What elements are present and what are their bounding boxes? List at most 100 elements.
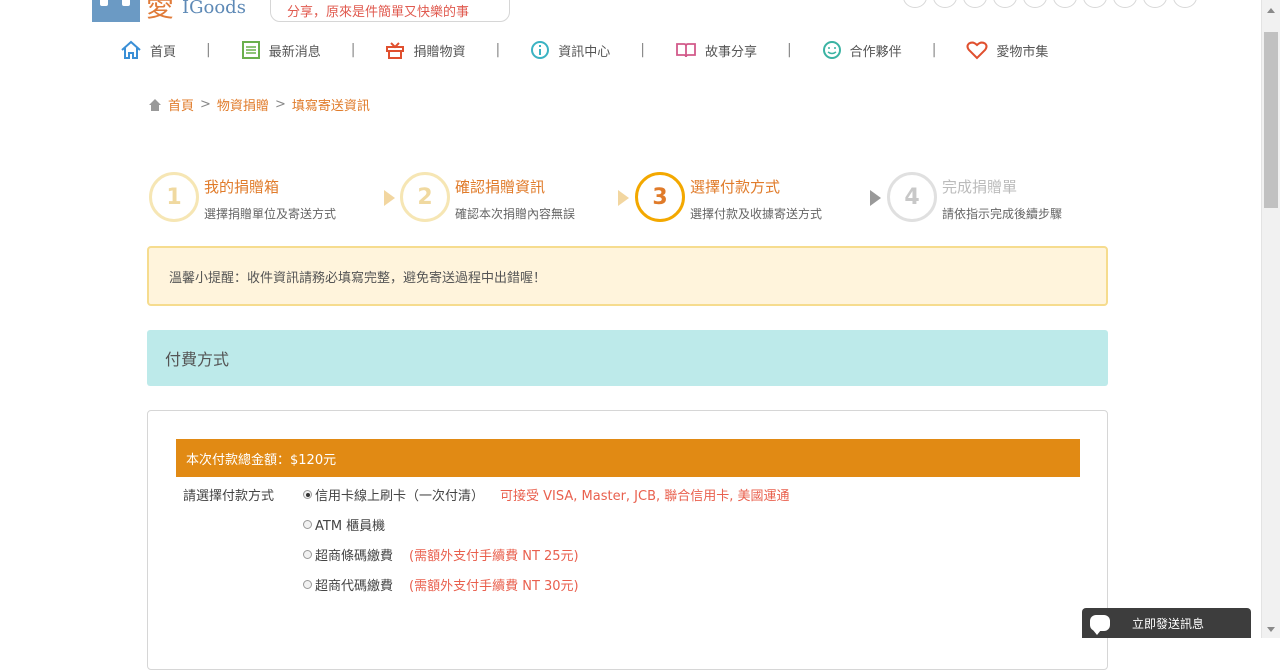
social-icon[interactable] — [1053, 0, 1077, 8]
step-number: 1 — [149, 172, 199, 222]
scrollbar-thumb[interactable] — [1264, 32, 1278, 208]
social-icon[interactable] — [1113, 0, 1137, 8]
home-icon — [121, 40, 141, 59]
breadcrumb-current: 填寫寄送資訊 — [291, 99, 370, 114]
nav-item-info[interactable]: 資訊中心 — [530, 40, 610, 60]
nav-item-label: 捐贈物資 — [413, 44, 466, 60]
step-1: 1 我的捐贈箱 選擇捐贈單位及寄送方式 — [149, 172, 336, 222]
payment-section-header: 付費方式 — [147, 330, 1108, 386]
home-icon — [149, 98, 161, 111]
radio-button[interactable] — [303, 490, 312, 499]
scroll-up-icon[interactable] — [1267, 8, 1275, 13]
nav-item-label: 最新消息 — [268, 44, 321, 60]
option-note: (需額外支付手續費 NT 30元) — [409, 579, 579, 594]
radio-button[interactable] — [303, 520, 312, 529]
breadcrumb-separator: > — [274, 97, 286, 112]
option-note: (需額外支付手續費 NT 25元) — [409, 549, 579, 564]
nav-item-home[interactable]: 首頁 — [120, 40, 176, 60]
nav-item-label: 故事分享 — [704, 44, 757, 60]
main-nav: 首頁 | 最新消息 | 捐贈物資 | 資訊中心 | 故事分享 | 合作夥伴 | … — [120, 36, 1160, 64]
social-icon[interactable] — [1023, 0, 1047, 8]
nav-separator: | — [931, 42, 937, 58]
breadcrumb-separator: > — [200, 97, 211, 112]
social-icon[interactable] — [1173, 0, 1197, 8]
option-label: ATM 櫃員機 — [315, 519, 386, 534]
chat-label: 立即發送訊息 — [1132, 616, 1205, 631]
social-icon[interactable] — [963, 0, 987, 8]
step-4: 4 完成捐贈單 請依指示完成後續步驟 — [887, 172, 1062, 222]
step-desc: 選擇付款及收據寄送方式 — [690, 207, 823, 221]
slogan-text: 分享，原來是件簡單又快樂的事 — [287, 5, 470, 20]
nav-item-donate[interactable]: 捐贈物資 — [385, 40, 465, 60]
step-desc: 請依指示完成後續步驟 — [942, 207, 1063, 221]
chat-bubble-icon — [1090, 615, 1110, 635]
reminder-text: 溫馨小提醒：收件資訊請務必填寫完整，避免寄送過程中出錯喔！ — [169, 270, 547, 286]
radio-button[interactable] — [303, 580, 312, 589]
step-desc: 確認本次捐贈內容無誤 — [455, 207, 576, 221]
step-arrow-icon — [870, 190, 881, 206]
reminder-notice: 溫馨小提醒：收件資訊請務必填寫完整，避免寄送過程中出錯喔！ — [147, 246, 1108, 306]
scroll-down-icon[interactable] — [1267, 627, 1275, 632]
nav-item-label: 愛物市集 — [996, 44, 1049, 60]
chat-button[interactable]: 立即發送訊息 — [1082, 608, 1251, 638]
option-note: 可接受 VISA, Master, JCB, 聯合信用卡, 美國運通 — [500, 489, 790, 504]
total-amount-bar: 本次付款總金額：$120元 — [176, 439, 1080, 477]
step-2: 2 確認捐贈資訊 確認本次捐贈內容無誤 — [400, 172, 575, 222]
heart-icon — [966, 41, 988, 60]
logo-sub-text: IGoods — [182, 0, 246, 18]
nav-item-stories[interactable]: 故事分享 — [675, 40, 757, 60]
radio-button[interactable] — [303, 550, 312, 559]
payment-option-barcode[interactable]: 超商條碼繳費 (需額外支付手續費 NT 25元) — [303, 545, 579, 564]
option-label: 超商代碼繳費 — [315, 579, 394, 594]
social-icon[interactable] — [933, 0, 957, 8]
nav-item-market[interactable]: 愛物市集 — [966, 40, 1048, 60]
breadcrumb: 首頁 > 物資捐贈 > 填寫寄送資訊 — [148, 95, 370, 114]
social-icon[interactable] — [903, 0, 927, 8]
logo-main-text: 愛 — [146, 0, 175, 23]
page-scrollbar[interactable] — [1261, 0, 1280, 638]
nav-item-news[interactable]: 最新消息 — [241, 40, 321, 60]
payment-option-atm[interactable]: ATM 櫃員機 — [303, 515, 385, 534]
payment-option-credit-card[interactable]: 信用卡線上刷卡（一次付清） 可接受 VISA, Master, JCB, 聯合信… — [303, 485, 790, 504]
step-title: 我的捐贈箱 — [204, 178, 280, 196]
step-number: 4 — [887, 172, 937, 222]
nav-item-partners[interactable]: 合作夥伴 — [822, 40, 902, 60]
option-label: 信用卡線上刷卡（一次付清） — [315, 489, 485, 504]
nav-item-label: 資訊中心 — [558, 44, 611, 60]
book-icon — [676, 43, 696, 58]
step-number: 3 — [635, 172, 685, 222]
list-icon — [241, 41, 260, 59]
total-amount-text: 本次付款總金額：$120元 — [186, 452, 337, 468]
payment-option-store-code[interactable]: 超商代碼繳費 (需額外支付手續費 NT 30元) — [303, 575, 579, 594]
breadcrumb-link-donation[interactable]: 物資捐贈 — [217, 95, 269, 114]
site-logo[interactable]: 愛 IGoods — [92, 0, 246, 22]
logo-mark-icon — [92, 0, 140, 22]
option-label: 超商條碼繳費 — [315, 549, 394, 564]
payment-method-label: 請選擇付款方式 — [183, 489, 275, 504]
smile-icon — [822, 41, 841, 59]
nav-separator: | — [495, 42, 501, 58]
slogan-bubble: 分享，原來是件簡單又快樂的事 — [270, 0, 510, 22]
nav-separator: | — [350, 42, 356, 58]
payment-panel: 本次付款總金額：$120元 請選擇付款方式 信用卡線上刷卡（一次付清） 可接受 … — [147, 410, 1108, 670]
social-icon[interactable] — [993, 0, 1017, 8]
step-3: 3 選擇付款方式 選擇付款及收據寄送方式 — [635, 172, 822, 222]
social-icon[interactable] — [1143, 0, 1167, 8]
step-title: 選擇付款方式 — [690, 178, 781, 196]
info-icon — [531, 41, 550, 59]
step-arrow-icon — [618, 190, 629, 206]
nav-item-label: 合作夥伴 — [849, 44, 902, 60]
nav-separator: | — [206, 42, 211, 58]
step-title: 完成捐贈單 — [942, 178, 1018, 196]
step-arrow-icon — [384, 190, 395, 206]
social-icon[interactable] — [1083, 0, 1107, 8]
gift-icon — [386, 42, 405, 59]
nav-separator: | — [786, 42, 792, 58]
breadcrumb-link-home[interactable]: 首頁 — [168, 95, 194, 114]
nav-separator: | — [640, 42, 645, 58]
step-number: 2 — [400, 172, 450, 222]
step-desc: 選擇捐贈單位及寄送方式 — [204, 207, 337, 221]
step-title: 確認捐贈資訊 — [455, 178, 546, 196]
social-links — [903, 0, 1197, 8]
nav-item-label: 首頁 — [150, 44, 177, 60]
